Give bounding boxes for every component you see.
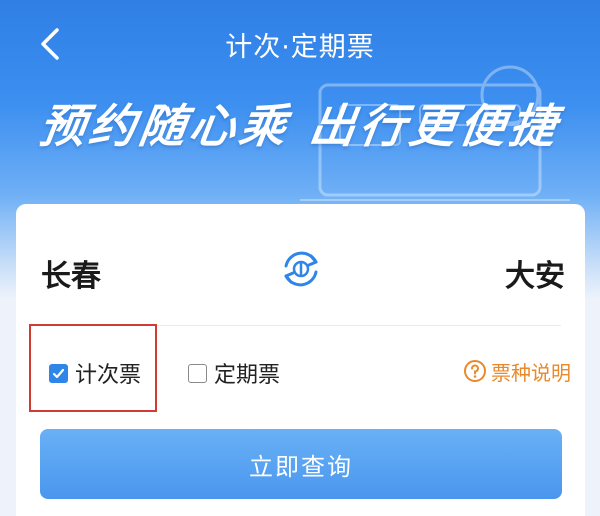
ticket-type-period[interactable]: 定期票: [188, 358, 280, 388]
swap-stations-button[interactable]: [278, 246, 324, 292]
swap-stations-icon: [284, 251, 318, 287]
page-title: 计次·定期票: [225, 32, 375, 63]
ticket-help-link[interactable]: 票种说明: [459, 354, 575, 388]
ticket-type-period-label: 定期票: [214, 363, 281, 388]
ticket-help-label: 票种说明: [491, 360, 571, 385]
arrival-station[interactable]: 大安: [505, 251, 565, 295]
checkbox-unchecked-icon[interactable]: [188, 363, 207, 383]
ticket-type-count-label: 计次票: [75, 363, 142, 388]
query-card: 长春 大安 计次票 定期票 票种说明 立即查询: [16, 204, 585, 516]
query-button[interactable]: 立即查询: [40, 429, 562, 499]
ticket-type-count[interactable]: 计次票: [49, 358, 141, 388]
departure-station[interactable]: 长春: [41, 251, 101, 295]
banner-slogan: 预约随心乘 出行更便捷: [35, 99, 564, 153]
checkbox-checked-icon[interactable]: [49, 363, 68, 383]
question-circle-icon: [464, 360, 486, 382]
